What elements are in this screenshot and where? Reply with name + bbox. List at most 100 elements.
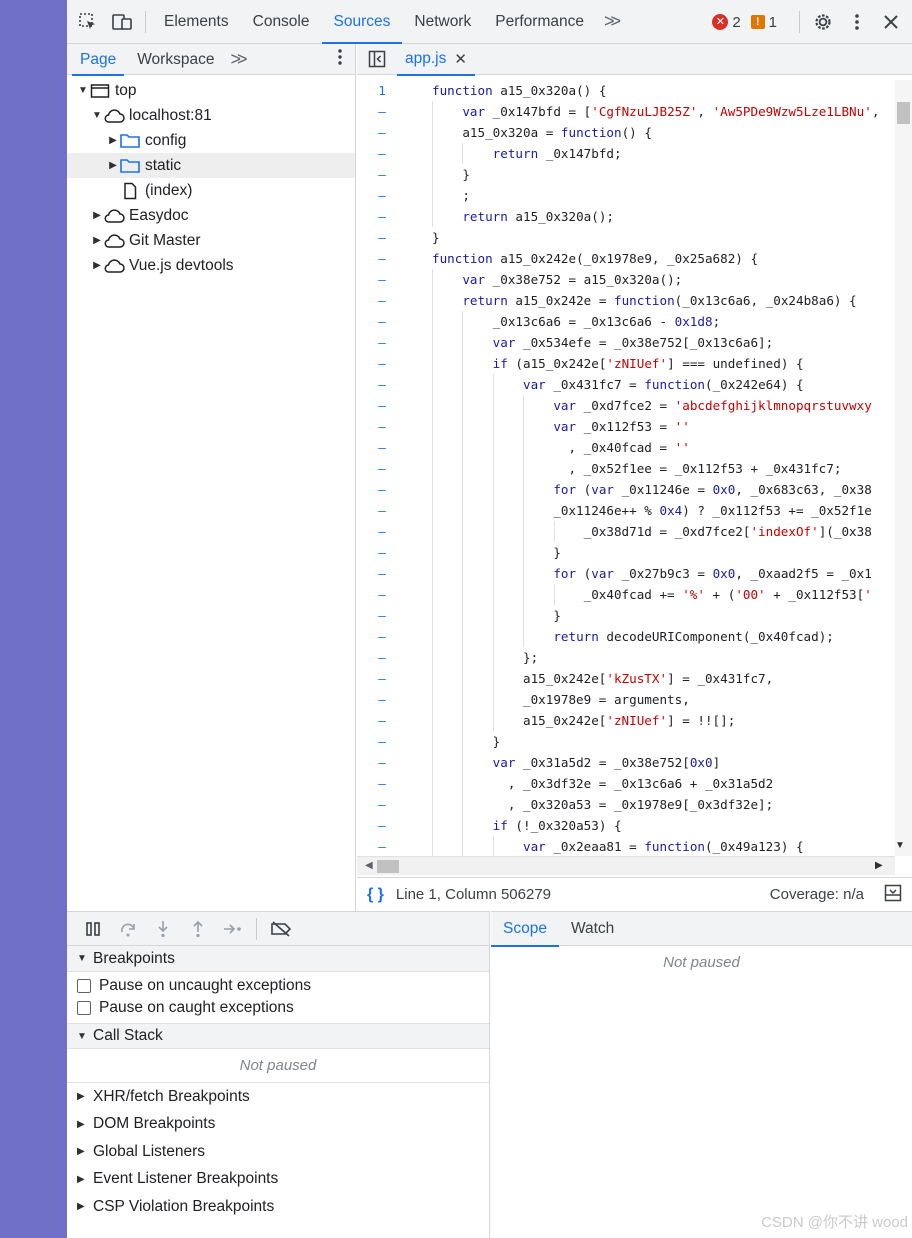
pretty-print-icon[interactable]: { } — [367, 886, 384, 904]
code-line[interactable]: – if (!_0x320a53) { — [357, 815, 912, 836]
line-number[interactable]: – — [357, 836, 407, 856]
line-number[interactable]: – — [357, 395, 407, 416]
line-number[interactable]: 1 — [357, 80, 407, 101]
tree-item-localhost[interactable]: ▼ localhost:81 — [67, 103, 355, 128]
tree-item-config[interactable]: ▶ config — [67, 128, 355, 153]
line-number[interactable]: – — [357, 689, 407, 710]
line-number[interactable]: – — [357, 437, 407, 458]
settings-icon[interactable] — [806, 0, 840, 44]
pause-uncaught-checkbox[interactable] — [77, 979, 91, 993]
code-line[interactable]: – } — [357, 605, 912, 626]
xhr-breakpoints-section[interactable]: ▶ XHR/fetch Breakpoints — [67, 1083, 489, 1111]
code-line[interactable]: – var _0x431fc7 = function(_0x242e64) { — [357, 374, 912, 395]
code-line[interactable]: 1 function a15_0x320a() { — [357, 80, 912, 101]
line-number[interactable]: – — [357, 773, 407, 794]
line-number[interactable]: – — [357, 815, 407, 836]
line-number[interactable]: – — [357, 605, 407, 626]
code-line[interactable]: – for (var _0x11246e = 0x0, _0x683c63, _… — [357, 479, 912, 500]
line-number[interactable]: – — [357, 122, 407, 143]
collapsed-arrow-icon[interactable]: ▶ — [107, 135, 119, 146]
code-line[interactable]: – ; — [357, 185, 912, 206]
tree-item-easydoc[interactable]: ▶ Easydoc — [67, 203, 355, 228]
code-line[interactable]: – , _0x40fcad = '' — [357, 437, 912, 458]
scroll-left-icon[interactable]: ◀ — [365, 860, 373, 871]
line-number[interactable]: – — [357, 101, 407, 122]
line-number[interactable]: – — [357, 647, 407, 668]
code-line[interactable]: – _0x38d71d = _0xd7fce2['indexOf'](_0x38 — [357, 521, 912, 542]
line-number[interactable]: – — [357, 332, 407, 353]
more-tabs-icon[interactable]: >> — [596, 11, 625, 32]
line-number[interactable]: – — [357, 269, 407, 290]
step-into-icon[interactable] — [145, 912, 180, 946]
code-line[interactable]: –} — [357, 227, 912, 248]
line-number[interactable]: – — [357, 416, 407, 437]
collapsed-arrow-icon[interactable]: ▶ — [91, 235, 103, 246]
tab-network[interactable]: Network — [402, 0, 483, 44]
step-icon[interactable] — [215, 912, 250, 946]
code-line[interactable]: – var _0x2eaa81 = function(_0x49a123) { — [357, 836, 912, 856]
more-options-icon[interactable] — [840, 0, 874, 44]
code-line[interactable]: – var _0x38e752 = a15_0x320a(); — [357, 269, 912, 290]
line-number[interactable]: – — [357, 458, 407, 479]
close-icon[interactable] — [874, 0, 908, 44]
expanded-arrow-icon[interactable]: ▼ — [77, 85, 89, 96]
line-number[interactable]: – — [357, 311, 407, 332]
line-number[interactable]: – — [357, 164, 407, 185]
pause-caught-row[interactable]: Pause on caught exceptions — [67, 997, 489, 1019]
tab-watch[interactable]: Watch — [559, 912, 626, 946]
line-number[interactable]: – — [357, 248, 407, 269]
line-number[interactable]: – — [357, 563, 407, 584]
code-line[interactable]: – , _0x320a53 = _0x1978e9[_0x3df32e]; — [357, 794, 912, 815]
line-number[interactable]: – — [357, 185, 407, 206]
tab-console[interactable]: Console — [241, 0, 322, 44]
tab-page[interactable]: Page — [72, 44, 125, 76]
tab-elements[interactable]: Elements — [152, 0, 241, 44]
horizontal-scrollbar[interactable] — [357, 856, 895, 875]
code-line[interactable]: – var _0xd7fce2 = 'abcdefghijklmnopqrstu… — [357, 395, 912, 416]
code-line[interactable]: – if (a15_0x242e['zNIUef'] === undefined… — [357, 353, 912, 374]
device-toolbar-icon[interactable] — [105, 0, 139, 44]
line-number[interactable]: – — [357, 584, 407, 605]
line-number[interactable]: – — [357, 626, 407, 647]
code-line[interactable]: – _0x1978e9 = arguments, — [357, 689, 912, 710]
toggle-drawer-icon[interactable] — [884, 884, 902, 906]
navigator-more-icon[interactable] — [337, 48, 343, 71]
code-line[interactable]: – a15_0x242e['zNIUef'] = !![]; — [357, 710, 912, 731]
tab-performance[interactable]: Performance — [483, 0, 596, 44]
line-number[interactable]: – — [357, 752, 407, 773]
collapsed-arrow-icon[interactable]: ▶ — [91, 210, 103, 221]
step-out-icon[interactable] — [180, 912, 215, 946]
tree-item-vue-devtools[interactable]: ▶ Vue.js devtools — [67, 253, 355, 278]
call-stack-section-header[interactable]: ▼ Call Stack — [67, 1023, 489, 1049]
line-number[interactable]: – — [357, 206, 407, 227]
line-number[interactable]: – — [357, 374, 407, 395]
line-number[interactable]: – — [357, 668, 407, 689]
line-number[interactable]: – — [357, 542, 407, 563]
tab-scope[interactable]: Scope — [491, 912, 559, 947]
line-number[interactable]: – — [357, 290, 407, 311]
inspect-element-icon[interactable] — [71, 0, 105, 44]
tab-sources[interactable]: Sources — [321, 0, 403, 44]
code-line[interactable]: – return decodeURIComponent(_0x40fcad); — [357, 626, 912, 647]
code-line[interactable]: – a15_0x320a = function() { — [357, 122, 912, 143]
code-line[interactable]: – } — [357, 164, 912, 185]
pause-uncaught-row[interactable]: Pause on uncaught exceptions — [67, 975, 489, 997]
code-line[interactable]: – }; — [357, 647, 912, 668]
code-line[interactable]: – return a15_0x242e = function(_0x13c6a6… — [357, 290, 912, 311]
errors-badge[interactable]: ✕ 2 — [712, 14, 741, 31]
deactivate-breakpoints-icon[interactable] — [263, 912, 298, 946]
code-line[interactable]: – a15_0x242e['kZusTX'] = _0x431fc7, — [357, 668, 912, 689]
tree-item-static[interactable]: ▶ static — [67, 153, 355, 178]
tree-item-git-master[interactable]: ▶ Git Master — [67, 228, 355, 253]
tab-workspace[interactable]: Workspace — [129, 44, 222, 75]
expanded-arrow-icon[interactable]: ▼ — [91, 110, 103, 121]
pause-caught-checkbox[interactable] — [77, 1001, 91, 1015]
collapsed-arrow-icon[interactable]: ▶ — [107, 160, 119, 171]
line-number[interactable]: – — [357, 227, 407, 248]
scroll-right-icon[interactable]: ▶ — [875, 860, 883, 871]
code-line[interactable]: – _0x11246e++ % 0x4) ? _0x112f53 += _0x5… — [357, 500, 912, 521]
line-number[interactable]: – — [357, 500, 407, 521]
line-number[interactable]: – — [357, 479, 407, 500]
vertical-scrollbar[interactable] — [895, 80, 912, 856]
close-tab-icon[interactable]: ✕ — [454, 50, 467, 68]
